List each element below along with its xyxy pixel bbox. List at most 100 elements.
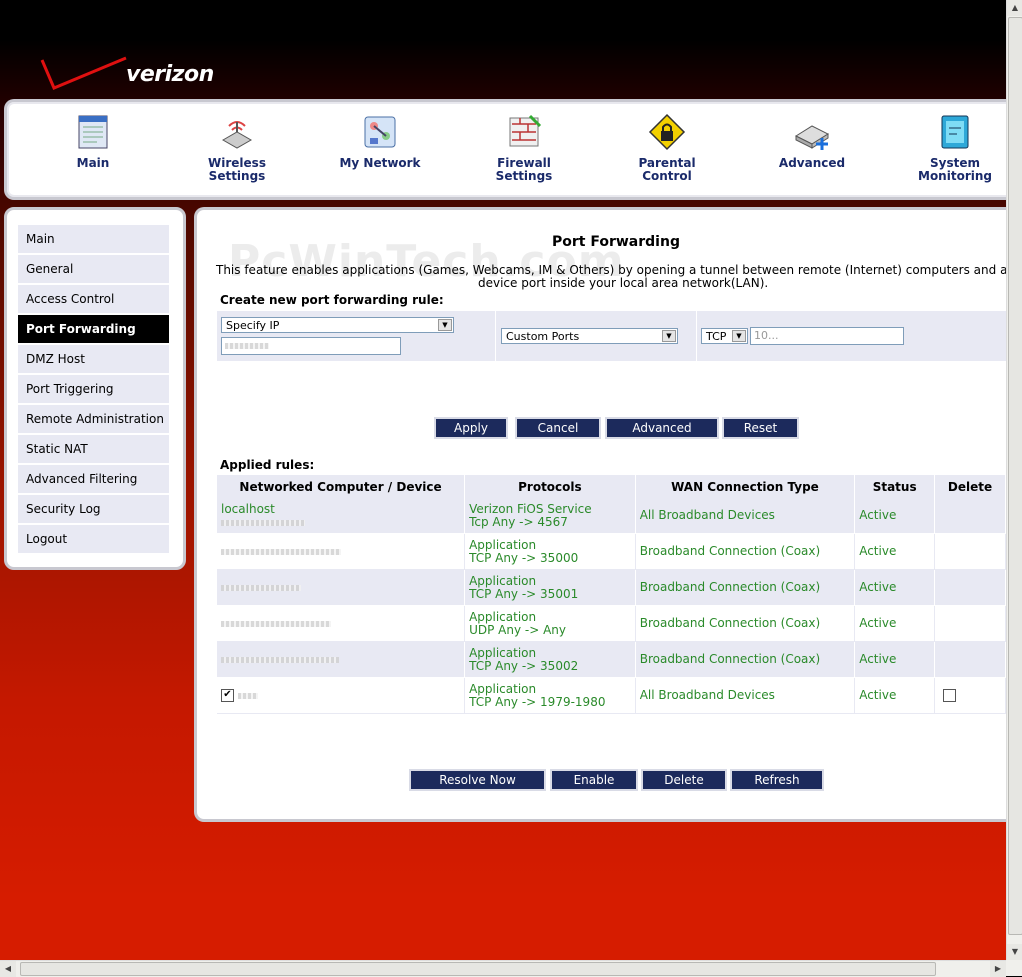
delete-cell — [934, 605, 1006, 642]
delete-button[interactable]: Delete — [641, 769, 727, 791]
nav-my-network[interactable]: My Network — [320, 112, 440, 170]
redacted-text — [221, 621, 331, 627]
col-device-header: Networked Computer / Device — [217, 475, 466, 498]
cancel-button[interactable]: Cancel — [515, 417, 601, 439]
nav-advanced[interactable]: Advanced — [752, 112, 872, 170]
wan-cell: All Broadband Devices — [635, 677, 856, 714]
protocol-name[interactable]: Application — [469, 574, 536, 588]
nav-advanced-label: Advanced — [778, 156, 846, 170]
nav-system-monitoring[interactable]: System Monitoring — [895, 112, 1006, 183]
wan-cell: Broadband Connection (Coax) — [635, 641, 856, 678]
status-cell: Active — [854, 605, 936, 642]
sidebar-item-logout[interactable]: Logout — [18, 525, 169, 553]
protocol-ports: TCP Any -> 35002 — [469, 658, 579, 673]
port-input[interactable]: 10... — [750, 327, 904, 345]
sidebar-item-general[interactable]: General — [18, 255, 169, 283]
scroll-down-icon[interactable]: ▼ — [1007, 944, 1022, 960]
sidebar-item-port-triggering[interactable]: Port Triggering — [18, 375, 169, 403]
scroll-up-icon[interactable]: ▲ — [1007, 0, 1022, 16]
parental-lock-icon — [648, 113, 686, 151]
col-protocols-header: Protocols — [464, 475, 636, 498]
protocol-cell: Application UDP Any -> Any — [464, 605, 636, 642]
enable-button[interactable]: Enable — [550, 769, 638, 791]
ports-select[interactable]: Custom Ports ▼ — [501, 328, 678, 344]
protocol-cell: Application TCP Any -> 35001 — [464, 569, 636, 606]
sidebar-item-advanced-filtering[interactable]: Advanced Filtering — [18, 465, 169, 493]
device-cell[interactable] — [217, 569, 466, 606]
reset-button[interactable]: Reset — [722, 417, 799, 439]
nav-parental-control[interactable]: Parental Control — [607, 112, 727, 183]
protocol-select[interactable]: TCP ▼ — [701, 328, 748, 344]
protocol-name[interactable]: Application — [469, 538, 536, 552]
nav-firewall-settings[interactable]: Firewall Settings — [464, 112, 584, 183]
protocol-cell: Application TCP Any -> 1979-1980 — [464, 677, 636, 714]
wan-cell: All Broadband Devices — [635, 498, 856, 534]
sidebar-item-port-forwarding[interactable]: Port Forwarding — [18, 315, 169, 343]
table-header-row: Networked Computer / Device Protocols WA… — [217, 475, 1006, 498]
verizon-check-icon — [40, 56, 127, 90]
delete-checkbox[interactable] — [943, 689, 957, 702]
protocol-cell: Application TCP Any -> 35002 — [464, 641, 636, 678]
col-delete-header: Delete — [934, 475, 1006, 498]
horizontal-scrollbar[interactable]: ◀ ▶ — [0, 960, 1006, 977]
main-icon — [78, 115, 108, 149]
enable-checkbox[interactable]: ✔ — [221, 689, 234, 702]
nav-firewall-label: Firewall Settings — [495, 156, 553, 183]
device-name[interactable]: localhost — [221, 502, 275, 516]
vertical-scrollbar[interactable]: ▲ ▼ — [1006, 0, 1022, 960]
sidebar-item-static-nat[interactable]: Static NAT — [18, 435, 169, 463]
table-row: Application TCP Any -> 35001 Broadband Co… — [217, 569, 1006, 606]
nav-main[interactable]: Main — [33, 112, 153, 170]
device-cell[interactable] — [217, 641, 466, 678]
col-status-header: Status — [854, 475, 936, 498]
protocol-ports: TCP Any -> 35001 — [469, 586, 579, 601]
apply-button[interactable]: Apply — [434, 417, 508, 439]
nav-parental-label: Parental Control — [638, 156, 696, 183]
wireless-icon — [221, 121, 253, 149]
nav-main-label: Main — [76, 156, 110, 170]
sidebar-item-security-log[interactable]: Security Log — [18, 495, 169, 523]
delete-cell — [934, 641, 1006, 678]
ports-select-value: Custom Ports — [506, 330, 580, 343]
device-cell[interactable] — [217, 533, 466, 570]
protocol-name[interactable]: Application — [469, 682, 536, 696]
protocol-ports: TCP Any -> 1979-1980 — [469, 694, 606, 709]
advanced-icon — [794, 125, 830, 150]
chevron-down-icon: ▼ — [438, 319, 452, 331]
ip-address-input[interactable] — [221, 337, 401, 355]
protocol-ports: UDP Any -> Any — [469, 622, 566, 637]
nav-wireless-settings[interactable]: Wireless Settings — [177, 112, 297, 183]
horizontal-scroll-thumb[interactable] — [20, 962, 936, 976]
protocol-name[interactable]: Application — [469, 646, 536, 660]
device-cell[interactable]: localhost — [217, 498, 466, 534]
ip-select[interactable]: Specify IP ▼ — [221, 317, 454, 333]
sidebar-item-access-control[interactable]: Access Control — [18, 285, 169, 313]
sidebar-item-remote-administration[interactable]: Remote Administration — [18, 405, 169, 433]
sidebar-item-main[interactable]: Main — [18, 225, 169, 253]
scrollbar-corner — [1006, 960, 1022, 976]
resolve-now-button[interactable]: Resolve Now — [409, 769, 546, 791]
protocol-name[interactable]: Verizon FiOS Service — [469, 502, 592, 516]
protocol-cell: Application TCP Any -> 35000 — [464, 533, 636, 570]
sidebar-item-dmz-host[interactable]: DMZ Host — [18, 345, 169, 373]
refresh-button[interactable]: Refresh — [730, 769, 824, 791]
browser-viewport: verizon Main Wireless Settings My Networ… — [0, 0, 1006, 960]
firewall-icon — [509, 114, 542, 147]
ip-select-value: Specify IP — [226, 319, 280, 332]
protocol-name[interactable]: Application — [469, 610, 536, 624]
scroll-right-icon[interactable]: ▶ — [990, 961, 1006, 977]
advanced-button[interactable]: Advanced — [605, 417, 719, 439]
scroll-left-icon[interactable]: ◀ — [0, 961, 16, 977]
description-line-1: This feature enables applications (Games… — [216, 263, 1006, 277]
monitor-icon — [941, 115, 969, 149]
vertical-scroll-thumb[interactable] — [1008, 17, 1022, 935]
device-cell: ✔ — [217, 677, 466, 714]
delete-cell — [934, 498, 1006, 534]
device-cell[interactable] — [217, 605, 466, 642]
table-row: Application TCP Any -> 35002 Broadband Co… — [217, 641, 1006, 678]
logo-text: verizon — [126, 62, 214, 87]
col-wan-header: WAN Connection Type — [635, 475, 856, 498]
nav-my-network-label: My Network — [339, 156, 421, 170]
delete-cell — [934, 677, 1006, 714]
table-row: ✔ Application TCP Any -> 1979-1980 All Br… — [217, 677, 1006, 714]
